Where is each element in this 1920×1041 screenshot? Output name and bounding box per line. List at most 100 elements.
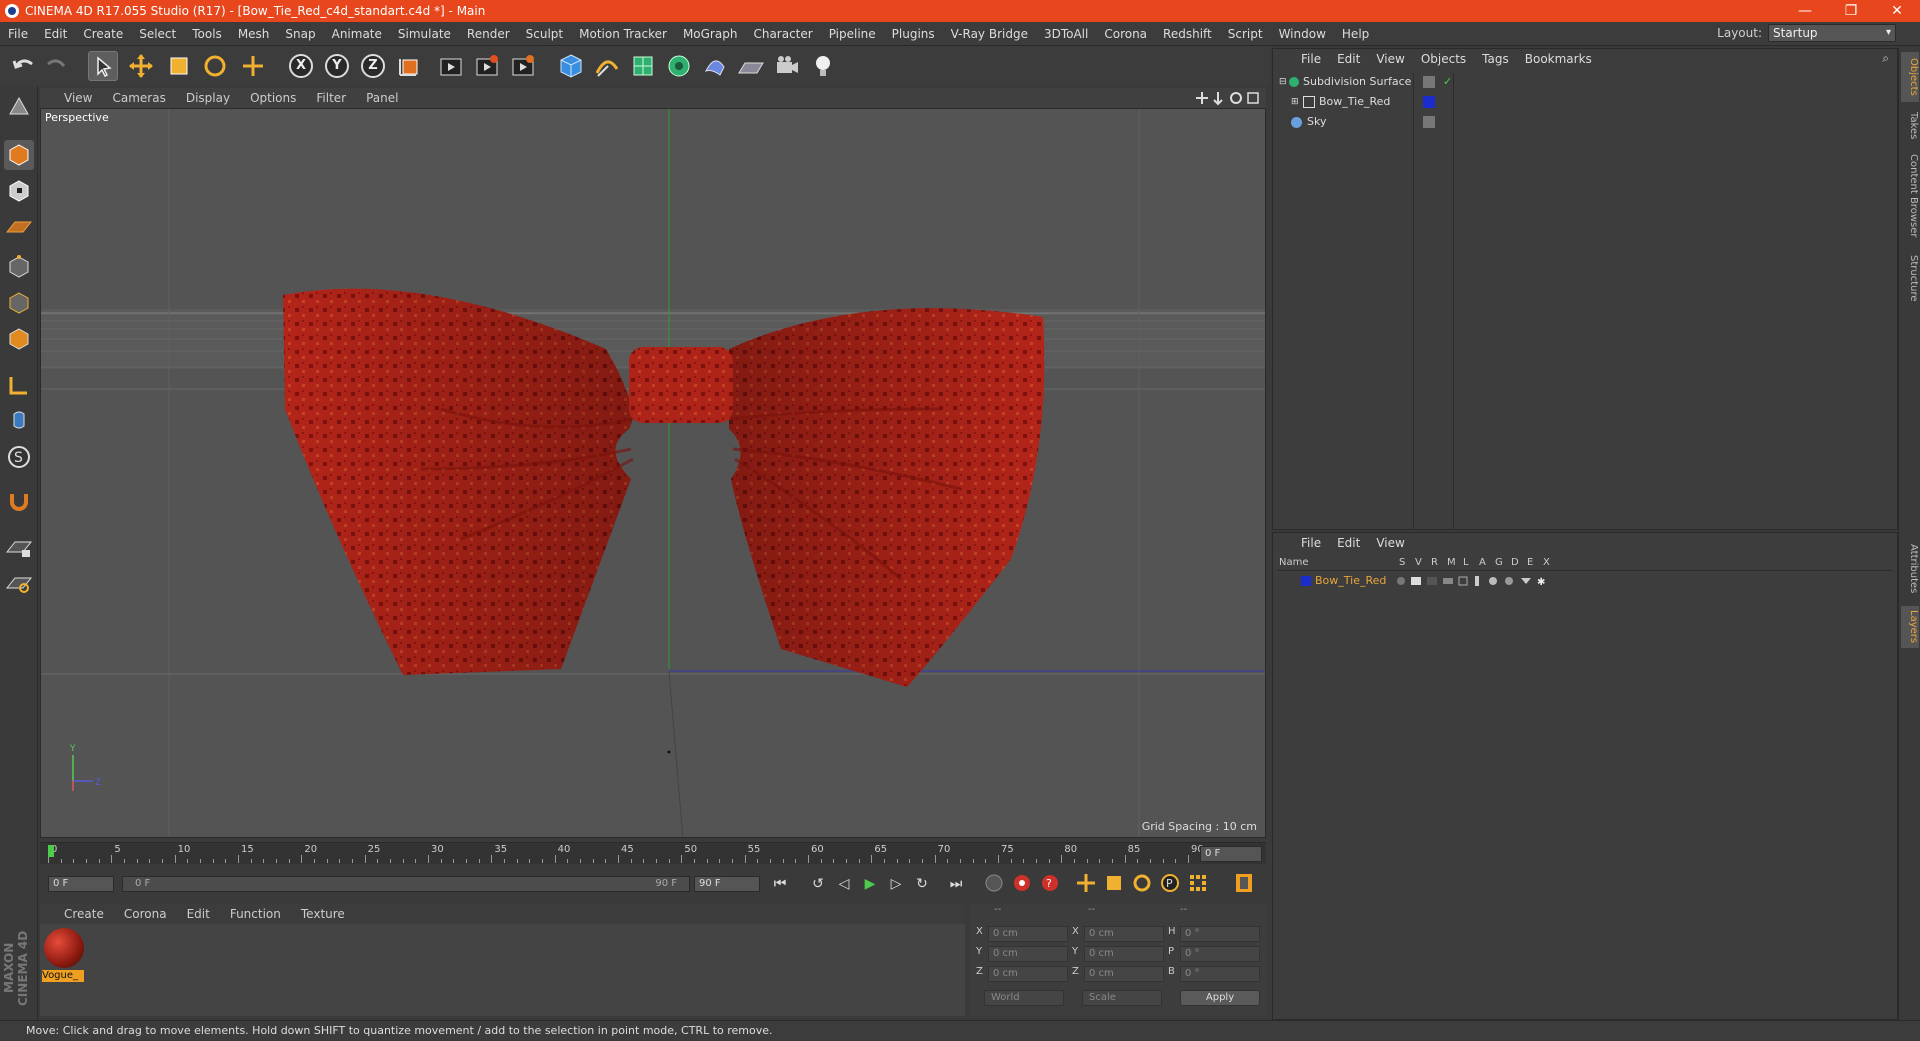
layer-color-icon[interactable] xyxy=(1301,576,1311,586)
render-view-button[interactable] xyxy=(436,51,466,81)
material-menu-edit[interactable]: Edit xyxy=(177,907,220,921)
expand-icon[interactable]: ⊞ xyxy=(1291,93,1299,111)
points-mode-button[interactable] xyxy=(4,252,34,282)
floor-button[interactable] xyxy=(736,51,766,81)
menu-character[interactable]: Character xyxy=(745,27,820,41)
close-button[interactable]: ✕ xyxy=(1874,0,1920,22)
render-to-picture-viewer-button[interactable] xyxy=(472,51,502,81)
playhead-marker[interactable] xyxy=(48,845,54,857)
key-pla-icon[interactable] xyxy=(1186,872,1210,896)
frame-range-slider[interactable]: 0 F 90 F xyxy=(122,876,690,892)
size-y-field[interactable]: 0 cm xyxy=(1084,946,1164,962)
restore-button[interactable]: ❐ xyxy=(1828,0,1874,22)
previous-frame-icon[interactable]: ◁ xyxy=(832,872,856,896)
key-parameter-icon[interactable]: P xyxy=(1158,872,1182,896)
spline-pen-button[interactable] xyxy=(592,51,622,81)
play-icon[interactable]: ▶ xyxy=(858,872,882,896)
material-menu-create[interactable]: Create xyxy=(54,907,114,921)
texture-mode-button[interactable] xyxy=(4,176,34,206)
start-frame-field[interactable]: 0 F xyxy=(48,876,114,892)
size-z-field[interactable]: 0 cm xyxy=(1084,966,1164,982)
menu-animate[interactable]: Animate xyxy=(324,27,390,41)
viewport-menu-filter[interactable]: Filter xyxy=(306,91,356,105)
magnet-button[interactable] xyxy=(4,486,34,516)
select-tool-button[interactable] xyxy=(88,51,118,81)
objects-menu-objects[interactable]: Objects xyxy=(1413,52,1474,66)
keyframe-selection-icon[interactable]: ? xyxy=(1038,872,1062,896)
layout-dropdown[interactable]: Startup xyxy=(1768,24,1896,42)
3d-viewport[interactable]: Y Z Perspective Grid Spacing : 10 cm xyxy=(40,108,1266,838)
go-to-end-icon[interactable]: ⏭ xyxy=(944,872,968,896)
key-rotation-icon[interactable] xyxy=(1130,872,1154,896)
menu-window[interactable]: Window xyxy=(1271,27,1334,41)
tab-attributes[interactable]: Attributes xyxy=(1901,536,1919,602)
menu-tools[interactable]: Tools xyxy=(184,27,230,41)
menu-mesh[interactable]: Mesh xyxy=(230,27,278,41)
rot-p-field[interactable]: 0 ° xyxy=(1180,946,1260,962)
transform-tool-button[interactable] xyxy=(238,51,268,81)
timeline-ruler[interactable]: 0 5 10 15 20 25 30 35 40 45 50 55 60 65 70 75 80 85 90 0 F xyxy=(40,842,1266,864)
autokey-icon[interactable] xyxy=(1010,872,1034,896)
menu-simulate[interactable]: Simulate xyxy=(390,27,459,41)
workplane-lock-button[interactable] xyxy=(4,532,34,562)
menu-plugins[interactable]: Plugins xyxy=(884,27,943,41)
menu-snap[interactable]: Snap xyxy=(277,27,323,41)
z-axis-lock-button[interactable]: Z xyxy=(358,51,388,81)
menu-3dtoall[interactable]: 3DToAll xyxy=(1036,27,1096,41)
move-tool-button[interactable] xyxy=(126,51,156,81)
viewport-menu-view[interactable]: View xyxy=(54,91,102,105)
material-menu-function[interactable]: Function xyxy=(220,907,291,921)
object-row-subdivision-surface[interactable]: ⊟ Subdivision Surface ✓ xyxy=(1277,73,1457,91)
redo-button[interactable] xyxy=(42,51,72,81)
objects-menu-view[interactable]: View xyxy=(1368,52,1412,66)
apply-button[interactable]: Apply xyxy=(1180,990,1260,1006)
end-frame-field[interactable]: 90 F xyxy=(694,876,760,892)
menu-corona[interactable]: Corona xyxy=(1096,27,1155,41)
tab-layers[interactable]: Layers xyxy=(1901,606,1919,648)
go-to-start-icon[interactable]: ⏮ xyxy=(768,872,792,896)
size-x-field[interactable]: 0 cm xyxy=(1084,926,1164,942)
record-keyframe-icon[interactable] xyxy=(982,872,1006,896)
objects-menu-edit[interactable]: Edit xyxy=(1329,52,1368,66)
x-axis-lock-button[interactable]: X xyxy=(286,51,316,81)
layers-menu-view[interactable]: View xyxy=(1368,536,1412,550)
material-menu-corona[interactable]: Corona xyxy=(114,907,177,921)
menu-sculpt[interactable]: Sculpt xyxy=(518,27,571,41)
material-swatch[interactable]: Vogue_ xyxy=(42,926,86,984)
menu-help[interactable]: Help xyxy=(1334,27,1377,41)
next-key-icon[interactable]: ↻ xyxy=(910,872,934,896)
coordinate-space-dropdown[interactable]: World xyxy=(984,990,1064,1006)
key-scale-icon[interactable] xyxy=(1102,872,1126,896)
rot-h-field[interactable]: 0 ° xyxy=(1180,926,1260,942)
edges-mode-button[interactable] xyxy=(4,288,34,318)
viewport-menu-display[interactable]: Display xyxy=(176,91,240,105)
viewport-menu-cameras[interactable]: Cameras xyxy=(102,91,175,105)
visibility-toggle-icon[interactable] xyxy=(1423,116,1435,128)
scale-tool-button[interactable] xyxy=(164,51,194,81)
snapping-button[interactable]: S xyxy=(4,442,34,472)
menu-pipeline[interactable]: Pipeline xyxy=(821,27,884,41)
size-mode-dropdown[interactable]: Scale xyxy=(1082,990,1162,1006)
menu-motion-tracker[interactable]: Motion Tracker xyxy=(571,27,675,41)
tab-takes[interactable]: Takes xyxy=(1901,106,1919,146)
layer-color-icon[interactable] xyxy=(1423,96,1435,108)
y-axis-lock-button[interactable]: Y xyxy=(322,51,352,81)
tweak-mode-button[interactable] xyxy=(4,406,34,436)
workplane-mode-button[interactable] xyxy=(4,212,34,242)
next-frame-icon[interactable]: ▷ xyxy=(884,872,908,896)
menu-file[interactable]: File xyxy=(0,27,36,41)
minimize-button[interactable]: — xyxy=(1782,0,1828,22)
deformer-button[interactable] xyxy=(700,51,730,81)
visibility-toggle-icon[interactable] xyxy=(1423,76,1435,88)
menu-select[interactable]: Select xyxy=(131,27,184,41)
viewport-menu-panel[interactable]: Panel xyxy=(356,91,408,105)
coordinate-system-button[interactable] xyxy=(394,51,424,81)
polygons-mode-button[interactable] xyxy=(4,324,34,354)
cloner-button[interactable] xyxy=(664,51,694,81)
collapse-icon[interactable]: ⊟ xyxy=(1279,73,1287,91)
subdivision-surface-button[interactable] xyxy=(628,51,658,81)
objects-menu-bookmarks[interactable]: Bookmarks xyxy=(1517,52,1600,66)
menu-create[interactable]: Create xyxy=(75,27,131,41)
layers-menu-edit[interactable]: Edit xyxy=(1329,536,1368,550)
render-settings-button[interactable] xyxy=(508,51,538,81)
